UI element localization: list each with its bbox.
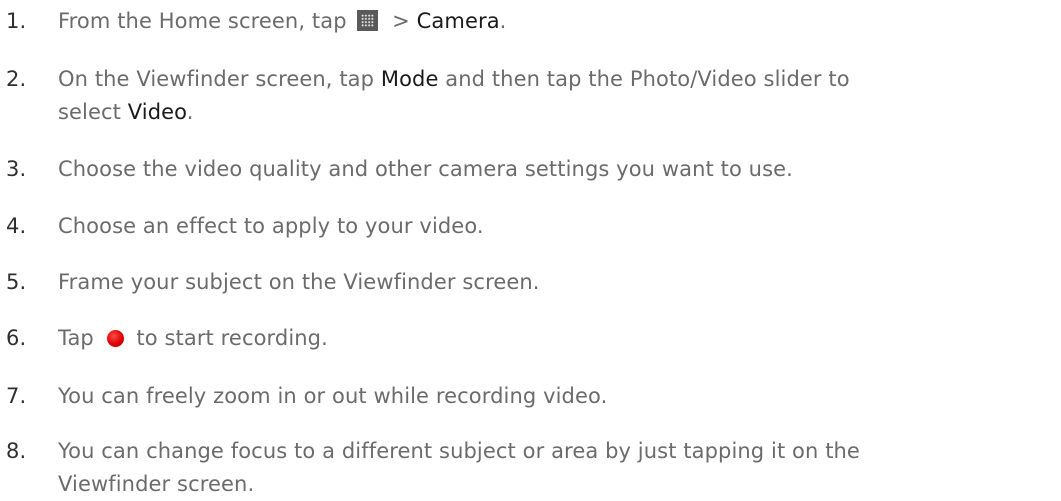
- step-text: Tap to start recording.: [58, 326, 328, 350]
- record-icon: [106, 330, 124, 347]
- camera-label: Camera: [416, 9, 500, 33]
- step-text: Frame your subject on the Viewfinder scr…: [58, 270, 540, 294]
- step-text: Choose an effect to apply to your video.: [58, 214, 484, 238]
- step-number: 8.: [6, 439, 27, 463]
- video-recording-steps: 1. From the Home screen, tap > Camera. 2…: [0, 0, 1061, 496]
- step-number: 7.: [6, 384, 27, 408]
- video-label: Video: [127, 100, 187, 124]
- step-text: From the Home screen, tap > Camera.: [58, 9, 507, 33]
- step-number: 6.: [6, 326, 27, 350]
- step-text: You can change focus to a different subj…: [58, 439, 860, 496]
- mode-label: Mode: [380, 67, 439, 91]
- step-text: Choose the video quality and other camer…: [58, 157, 793, 181]
- step-number: 3.: [6, 157, 27, 181]
- step-number: 4.: [6, 214, 27, 238]
- step-text: On the Viewfinder screen, tap Mode and t…: [58, 67, 850, 124]
- step-number: 2.: [6, 67, 27, 91]
- apps-grid-icon: [357, 10, 379, 31]
- step-number: 5.: [6, 270, 27, 294]
- step-number: 1.: [6, 9, 27, 33]
- step-text: You can freely zoom in or out while reco…: [58, 384, 608, 408]
